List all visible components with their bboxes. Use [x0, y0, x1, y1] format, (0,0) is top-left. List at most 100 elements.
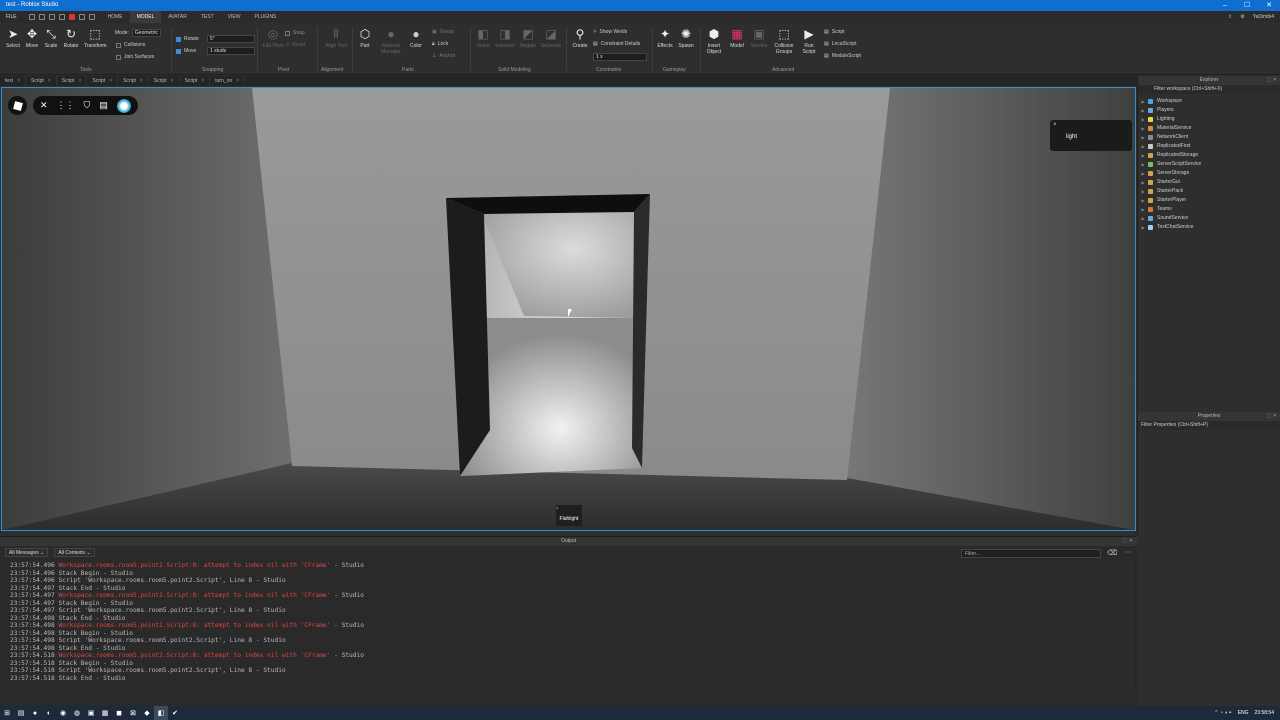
- 3d-viewport[interactable]: ✕ ⋮⋮ ⛉ ▤ × light 1 Flahlight: [1, 87, 1136, 531]
- roblox-menu-button[interactable]: [8, 96, 27, 115]
- show-welds-option[interactable]: ⚡︎ Show Welds: [593, 29, 627, 35]
- expand-arrow-icon[interactable]: ▶: [1138, 223, 1148, 232]
- constraint-details-option[interactable]: ▤ Constraint Details: [593, 41, 640, 47]
- model-tool[interactable]: ▦ Model: [726, 27, 748, 49]
- move-snap-checkbox[interactable]: [176, 48, 181, 54]
- explorer-item[interactable]: ▶ ReplicatedFirst: [1138, 142, 1280, 151]
- explorer-item[interactable]: ▶ StarterGui: [1138, 178, 1280, 187]
- expand-arrow-icon[interactable]: ▶: [1138, 196, 1148, 205]
- tab-script[interactable]: Script ×: [87, 76, 119, 86]
- output-line[interactable]: 23:57:54.496 Workspace.rooms.room5.point…: [10, 562, 1123, 570]
- expand-arrow-icon[interactable]: ▶: [1138, 133, 1148, 142]
- collisions-checkbox[interactable]: [116, 42, 121, 48]
- material-manager-tool[interactable]: ● Material Manager: [378, 27, 404, 55]
- output-line[interactable]: 23:57:54.518 Workspace.rooms.room5.point…: [10, 652, 1123, 660]
- panel-controls-icon[interactable]: ⬚ ✕: [1267, 412, 1277, 421]
- transform-tool[interactable]: ⬚ Transform: [84, 27, 107, 49]
- explorer-item[interactable]: ▶ SoundService: [1138, 214, 1280, 223]
- expand-arrow-icon[interactable]: ▶: [1138, 124, 1148, 133]
- expand-arrow-icon[interactable]: ▶: [1138, 151, 1148, 160]
- save-icon[interactable]: [48, 14, 55, 20]
- close-tab-icon[interactable]: ×: [201, 76, 204, 86]
- chrome-icon[interactable]: ◉: [56, 706, 70, 720]
- output-line[interactable]: 23:57:54.496 Stack Begin - Studio: [10, 570, 1123, 578]
- service-tool[interactable]: ▣ Service: [748, 27, 770, 49]
- app-icon[interactable]: ▣: [84, 706, 98, 720]
- close-tab-icon[interactable]: ×: [48, 76, 51, 86]
- play-icon[interactable]: [58, 14, 65, 20]
- shield-icon[interactable]: ⛉: [84, 100, 91, 111]
- explorer-item[interactable]: ▶ StarterPack: [1138, 187, 1280, 196]
- tray-icons[interactable]: ⌃ ◔ ◑ ◓: [1214, 710, 1231, 716]
- expand-arrow-icon[interactable]: ▶: [1138, 160, 1148, 169]
- app-icon[interactable]: ✔: [168, 706, 182, 720]
- contexts-filter-dropdown[interactable]: All Contexts ⌄: [54, 548, 95, 557]
- close-tab-icon[interactable]: ×: [17, 76, 20, 86]
- tab-script[interactable]: Script ×: [180, 76, 211, 86]
- constraint-scale-input[interactable]: 1 x: [593, 53, 647, 61]
- light-prompt[interactable]: × light: [1050, 120, 1132, 151]
- avatar[interactable]: [116, 98, 131, 113]
- open-file-icon[interactable]: [38, 14, 45, 20]
- output-line[interactable]: 23:57:54.497 Workspace.rooms.room5.point…: [10, 592, 1123, 600]
- create-constraint-tool[interactable]: ⚲ Create: [569, 27, 591, 49]
- rotate-snap-checkbox[interactable]: [176, 36, 181, 42]
- intersect-tool[interactable]: ◨ Intersect: [494, 27, 516, 49]
- messages-filter-dropdown[interactable]: All Messages ⌄: [5, 548, 49, 557]
- hotbar-slot-flashlight[interactable]: 1 Flahlight: [556, 505, 582, 526]
- share-icon[interactable]: ⇪: [1228, 11, 1232, 23]
- output-line[interactable]: 23:57:54.496 Script 'Workspace.rooms.roo…: [10, 577, 1123, 585]
- separate-tool[interactable]: ◪ Separate: [540, 27, 562, 49]
- scale-tool[interactable]: ⤡ Scale: [40, 27, 62, 49]
- minimize-button[interactable]: –: [1214, 0, 1236, 11]
- explorer-item[interactable]: ▶ TextChatService: [1138, 223, 1280, 232]
- expand-arrow-icon[interactable]: ▶: [1138, 178, 1148, 187]
- align-tool[interactable]: ⫴ Align Tool: [325, 27, 347, 49]
- app-icon[interactable]: ◼: [112, 706, 126, 720]
- close-tab-icon[interactable]: ×: [78, 76, 81, 86]
- output-filter-input[interactable]: Filter...: [961, 549, 1101, 558]
- app-icon[interactable]: ◍: [70, 706, 84, 720]
- maximize-button[interactable]: ☐: [1236, 0, 1258, 11]
- expand-arrow-icon[interactable]: ▶: [1138, 115, 1148, 124]
- explorer-item[interactable]: ▶ Workspace: [1138, 97, 1280, 106]
- expand-arrow-icon[interactable]: ▶: [1138, 187, 1148, 196]
- rotate-tool[interactable]: ↻ Rotate: [60, 27, 82, 49]
- tab-script[interactable]: Script ×: [26, 76, 57, 86]
- explorer-item[interactable]: ▶ MaterialService: [1138, 124, 1280, 133]
- app-icon[interactable]: ◐: [42, 706, 56, 720]
- close-tab-icon[interactable]: ×: [171, 76, 174, 86]
- expand-arrow-icon[interactable]: ▶: [1138, 106, 1148, 115]
- output-line[interactable]: 23:57:54.497 Stack Begin - Studio: [10, 600, 1123, 608]
- tab-home[interactable]: HOME: [101, 11, 130, 23]
- output-line[interactable]: 23:57:54.498 Script 'Workspace.rooms.roo…: [10, 637, 1123, 645]
- expand-arrow-icon[interactable]: ▶: [1138, 205, 1148, 214]
- rotate-snap-input[interactable]: 5°: [207, 35, 255, 43]
- output-line[interactable]: 23:57:54.497 Stack End - Studio: [10, 585, 1123, 593]
- close-icon[interactable]: ✕: [40, 100, 48, 111]
- spawn-tool[interactable]: ✺ Spawn: [675, 27, 697, 49]
- output-line[interactable]: 23:57:54.518 Stack End - Studio: [10, 675, 1123, 683]
- close-button[interactable]: ✕: [1258, 0, 1280, 11]
- tab-view[interactable]: VIEW: [221, 11, 248, 23]
- tab-script[interactable]: Script ×: [149, 76, 180, 86]
- close-tab-icon[interactable]: ×: [140, 76, 143, 86]
- snap-option[interactable]: Snap: [285, 30, 305, 36]
- insert-object-tool[interactable]: ⬢ Insert Object: [703, 27, 725, 55]
- local-script-option[interactable]: ▤ LocalScript: [824, 41, 856, 47]
- start-icon[interactable]: ⊞: [0, 706, 14, 720]
- properties-filter-input[interactable]: Filter Properties (Ctrl+Shift+P): [1138, 421, 1280, 430]
- explorer-filter-input[interactable]: Filter workspace (Ctrl+Shift+X): [1138, 85, 1280, 94]
- more-options-icon[interactable]: ⋯: [1125, 549, 1131, 556]
- explorer-item[interactable]: ▶ Players: [1138, 106, 1280, 115]
- effects-tool[interactable]: ✦ Effects: [654, 27, 676, 49]
- explorer-item[interactable]: ▶ ServerStorage: [1138, 169, 1280, 178]
- tab-plugins[interactable]: PLUGINS: [247, 11, 283, 23]
- tab-test-place[interactable]: test ×: [0, 76, 26, 86]
- output-line[interactable]: 23:57:54.498 Stack End - Studio: [10, 615, 1123, 623]
- tab-model[interactable]: MODEL: [129, 11, 162, 23]
- explorer-item[interactable]: ▶ StarterPlayer: [1138, 196, 1280, 205]
- snap-checkbox[interactable]: [285, 30, 290, 36]
- clear-output-icon[interactable]: ⌫: [1107, 549, 1117, 557]
- expand-arrow-icon[interactable]: ▶: [1138, 142, 1148, 151]
